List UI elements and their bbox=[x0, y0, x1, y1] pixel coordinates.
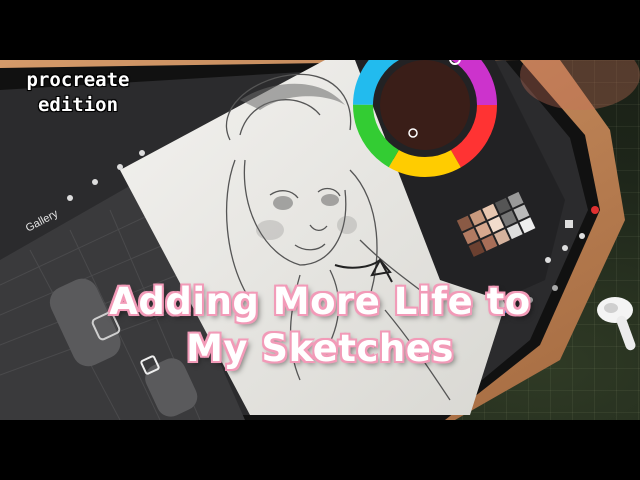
smudge-icon bbox=[562, 245, 568, 251]
video-title-line-2: My Sketches bbox=[186, 327, 454, 370]
brush-icon bbox=[545, 257, 551, 263]
color-icon bbox=[591, 206, 599, 214]
selection-icon bbox=[117, 164, 123, 170]
video-frame: Gallery procreate edition Adding More Li… bbox=[0, 0, 640, 480]
magic-wand-icon bbox=[92, 179, 98, 185]
eraser-icon bbox=[579, 233, 585, 239]
badge-line-1: procreate bbox=[26, 69, 130, 91]
transform-icon bbox=[139, 150, 145, 156]
edition-badge: procreate edition bbox=[8, 68, 148, 118]
badge-line-2: edition bbox=[37, 94, 119, 116]
layers-icon bbox=[565, 220, 573, 228]
video-title-line-1: Adding More Life to bbox=[109, 280, 531, 323]
wrench-icon bbox=[67, 195, 73, 201]
